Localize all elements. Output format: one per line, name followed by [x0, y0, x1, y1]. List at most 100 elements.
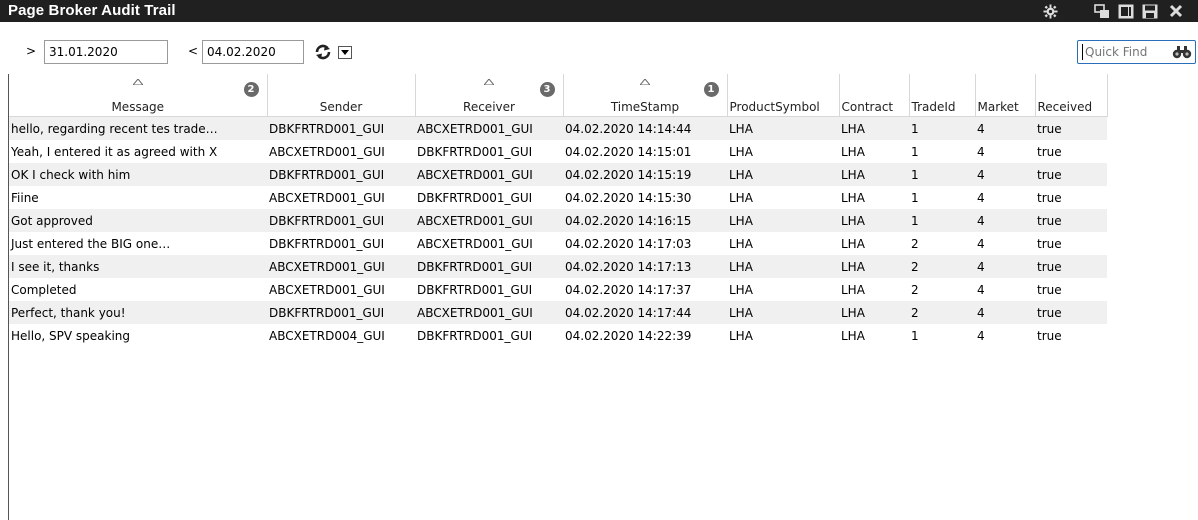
- cell-tradeid: 2: [909, 255, 975, 278]
- close-icon[interactable]: [1168, 3, 1184, 19]
- cell-tradeid: 2: [909, 301, 975, 324]
- column-header-label: Contract: [841, 100, 894, 114]
- cell-contract: LHA: [839, 232, 909, 255]
- cell-contract: LHA: [839, 255, 909, 278]
- cell-product: LHA: [727, 186, 839, 209]
- cell-market: 4: [975, 232, 1035, 255]
- cell-receiver: ABCXETRD001_GUI: [415, 301, 563, 324]
- refresh-icon[interactable]: [314, 44, 332, 60]
- cell-contract: LHA: [839, 140, 909, 163]
- cell-message: Perfect, thank you!: [9, 301, 267, 324]
- table-row[interactable]: OK I check with him DBKFRTRD001_GUI ABCXET…: [9, 163, 1107, 186]
- sort-ascending-icon: [484, 79, 494, 85]
- gear-icon[interactable]: [1042, 3, 1058, 19]
- column-header-timestamp[interactable]: 1 TimeStamp: [563, 74, 728, 117]
- cell-product: LHA: [727, 163, 839, 186]
- cell-received: true: [1035, 116, 1107, 140]
- cell-receiver: DBKFRTRD001_GUI: [415, 324, 563, 347]
- column-header-contract[interactable]: Contract: [839, 74, 910, 117]
- table-row[interactable]: Got approved DBKFRTRD001_GUI ABCXETRD001_G…: [9, 209, 1107, 232]
- cell-contract: LHA: [839, 186, 909, 209]
- audit-trail-grid: 2 Message Sender 3 Receiver 1 TimeStamp Product…: [8, 74, 1198, 520]
- cell-tradeid: 2: [909, 232, 975, 255]
- cell-received: true: [1035, 255, 1107, 278]
- table-row[interactable]: hello, regarding recent tes trade… DBKFRT…: [9, 116, 1107, 140]
- cell-receiver: ABCXETRD001_GUI: [415, 209, 563, 232]
- binoculars-icon[interactable]: [1172, 45, 1192, 59]
- column-header-receiver[interactable]: 3 Receiver: [415, 74, 564, 117]
- cell-message: Hello, SPV speaking: [9, 324, 267, 347]
- cell-receiver: ABCXETRD001_GUI: [415, 232, 563, 255]
- cell-message: Just entered the BIG one…: [9, 232, 267, 255]
- quick-find-field[interactable]: [1077, 40, 1196, 64]
- cell-market: 4: [975, 301, 1035, 324]
- cell-receiver: DBKFRTRD001_GUI: [415, 186, 563, 209]
- audit-trail-table: 2 Message Sender 3 Receiver 1 TimeStamp Product…: [9, 74, 1108, 347]
- cell-message: Got approved: [9, 209, 267, 232]
- cell-product: LHA: [727, 140, 839, 163]
- column-header-label: ProductSymbol: [729, 100, 820, 114]
- cell-received: true: [1035, 163, 1107, 186]
- cell-timestamp: 04.02.2020 14:17:03: [563, 232, 727, 255]
- cell-sender: DBKFRTRD001_GUI: [267, 209, 415, 232]
- column-header-product[interactable]: ProductSymbol: [727, 74, 840, 117]
- cell-timestamp: 04.02.2020 14:16:15: [563, 209, 727, 232]
- to-date-input[interactable]: [202, 40, 304, 64]
- cell-sender: DBKFRTRD001_GUI: [267, 163, 415, 186]
- window-title: Page Broker Audit Trail: [8, 2, 176, 19]
- cell-message: OK I check with him: [9, 163, 267, 186]
- cell-tradeid: 1: [909, 186, 975, 209]
- column-header-message[interactable]: 2 Message: [9, 74, 268, 117]
- cell-sender: ABCXETRD004_GUI: [267, 324, 415, 347]
- column-header-label: Sender: [319, 100, 363, 114]
- restore-icon[interactable]: [1094, 3, 1110, 19]
- cell-received: true: [1035, 232, 1107, 255]
- table-row[interactable]: Hello, SPV speaking ABCXETRD004_GUI DBKFRT…: [9, 324, 1107, 347]
- cell-market: 4: [975, 116, 1035, 140]
- table-row[interactable]: Fiine ABCXETRD001_GUI DBKFRTRD001_GUI 04.02…: [9, 186, 1107, 209]
- cell-contract: LHA: [839, 209, 909, 232]
- column-header-received[interactable]: Received: [1035, 74, 1108, 117]
- column-header-label: TradeId: [911, 100, 956, 114]
- cell-contract: LHA: [839, 163, 909, 186]
- title-bar: Page Broker Audit Trail: [0, 0, 1198, 22]
- column-header-tradeid[interactable]: TradeId: [909, 74, 976, 117]
- cell-timestamp: 04.02.2020 14:17:44: [563, 301, 727, 324]
- cell-product: LHA: [727, 116, 839, 140]
- cell-market: 4: [975, 163, 1035, 186]
- column-header-label: Received: [1037, 100, 1093, 114]
- cell-sender: ABCXETRD001_GUI: [267, 186, 415, 209]
- table-row[interactable]: Just entered the BIG one… DBKFRTRD001_GUI…: [9, 232, 1107, 255]
- cell-timestamp: 04.02.2020 14:22:39: [563, 324, 727, 347]
- column-header-label: Market: [977, 100, 1019, 114]
- table-row[interactable]: Yeah, I entered it as agreed with X ABCXE…: [9, 140, 1107, 163]
- cell-timestamp: 04.02.2020 14:15:30: [563, 186, 727, 209]
- table-body: hello, regarding recent tes trade… DBKFRT…: [9, 116, 1107, 347]
- table-row[interactable]: Completed ABCXETRD001_GUI DBKFRTRD001_GUI 0…: [9, 278, 1107, 301]
- cell-received: true: [1035, 140, 1107, 163]
- cell-product: LHA: [727, 301, 839, 324]
- cell-market: 4: [975, 186, 1035, 209]
- cell-tradeid: 1: [909, 209, 975, 232]
- save-icon[interactable]: [1142, 3, 1158, 19]
- table-row[interactable]: Perfect, thank you! DBKFRTRD001_GUI ABCXET…: [9, 301, 1107, 324]
- table-row[interactable]: I see it, thanks ABCXETRD001_GUI DBKFRTRD0…: [9, 255, 1107, 278]
- column-header-label: Receiver: [463, 100, 515, 114]
- column-header-market[interactable]: Market: [975, 74, 1036, 117]
- cell-received: true: [1035, 209, 1107, 232]
- dropdown-arrow-icon[interactable]: [338, 46, 352, 59]
- cell-received: true: [1035, 301, 1107, 324]
- cell-tradeid: 1: [909, 116, 975, 140]
- cell-timestamp: 04.02.2020 14:14:44: [563, 116, 727, 140]
- cell-received: true: [1035, 186, 1107, 209]
- cell-market: 4: [975, 140, 1035, 163]
- cell-contract: LHA: [839, 301, 909, 324]
- detach-icon[interactable]: [1118, 3, 1134, 19]
- column-header-sender[interactable]: Sender: [267, 74, 416, 117]
- from-date-input[interactable]: [44, 40, 168, 64]
- cell-message: I see it, thanks: [9, 255, 267, 278]
- sort-order-badge: 3: [539, 82, 555, 97]
- cell-tradeid: 1: [909, 163, 975, 186]
- quick-find-input[interactable]: [1085, 43, 1165, 61]
- cell-receiver: ABCXETRD001_GUI: [415, 163, 563, 186]
